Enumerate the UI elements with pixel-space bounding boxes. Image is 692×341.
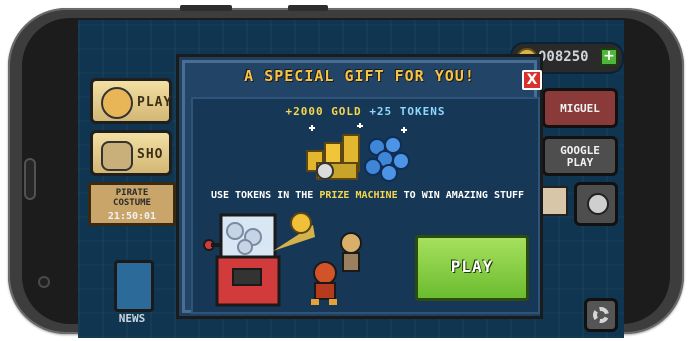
desc-part-1: USE TOKENS IN THE [210, 190, 320, 201]
gear-icon [593, 307, 609, 323]
characters-icon [311, 232, 362, 305]
dialog-content: +2000 GOLD +25 TOKENS USE TOKENS IN THE … [191, 97, 540, 314]
play-button-label: PLAY [450, 257, 494, 276]
achievements-button[interactable] [574, 182, 618, 226]
close-icon: X [526, 72, 538, 88]
play-menu-button[interactable]: PLAY [90, 78, 172, 124]
google-play-label: GOOGLE PLAY [560, 144, 600, 169]
dialog-frame: A SPECIAL GIFT FOR YOU! +2000 GOLD +25 T… [182, 60, 540, 314]
play-button[interactable]: PLAY [415, 235, 529, 301]
power-button [288, 5, 328, 11]
prize-machine-illustration [203, 212, 362, 307]
settings-button[interactable] [584, 298, 618, 332]
profile-button[interactable]: MIGUEL [542, 88, 618, 128]
medal-icon [587, 193, 609, 215]
token-burst-icon [273, 212, 315, 251]
news-label: NEWS [118, 312, 146, 325]
speaker-icon [24, 158, 36, 200]
event-card-timer: 21:50:01 [107, 211, 157, 222]
treasure-pile-icon [306, 123, 410, 182]
play-menu-label: PLAY [137, 95, 173, 110]
dialog-description: USE TOKENS IN THE PRIZE MACHINE TO WIN A… [205, 189, 530, 203]
prize-machine-icon [203, 213, 281, 307]
news-icon [114, 260, 154, 312]
money-bag-icon [101, 141, 133, 171]
reward-tokens: +25 TOKENS [369, 105, 446, 118]
gift-dialog: A SPECIAL GIFT FOR YOU! +2000 GOLD +25 T… [176, 54, 543, 319]
phone-frame: 008250 + PLAY SHO PIRATE COSTUME 21:50:0… [8, 5, 684, 338]
close-button[interactable]: X [522, 70, 542, 90]
dialog-title: A SPECIAL GIFT FOR YOU! [244, 67, 475, 85]
gold-counter-value: 008250 [538, 49, 589, 65]
google-play-button[interactable]: GOOGLE PLAY [542, 136, 618, 176]
volume-button [180, 5, 232, 11]
game-screen: 008250 + PLAY SHO PIRATE COSTUME 21:50:0… [78, 20, 624, 338]
camera-icon [38, 276, 50, 288]
reward-gold: +2000 GOLD [285, 105, 362, 118]
token-stack-icon [364, 136, 410, 182]
sparkle-icon [309, 123, 407, 133]
news-button[interactable]: NEWS [106, 256, 158, 328]
prize-machine-highlight: PRIZE MACHINE [319, 190, 398, 201]
shop-menu-button[interactable]: SHO [90, 130, 172, 176]
profile-button-label: MIGUEL [560, 102, 600, 115]
event-card-title: PIRATE COSTUME [113, 188, 151, 208]
reward-line: +2000 GOLD +25 TOKENS [193, 105, 538, 118]
shop-menu-label: SHO [137, 147, 164, 162]
desc-part-2: TO WIN AMAZING STUFF [397, 190, 525, 201]
hero-face-icon [101, 87, 133, 119]
gold-coins-icon [306, 134, 360, 180]
add-gold-button[interactable]: + [600, 48, 618, 66]
event-card[interactable]: PIRATE COSTUME 21:50:01 [88, 182, 176, 226]
